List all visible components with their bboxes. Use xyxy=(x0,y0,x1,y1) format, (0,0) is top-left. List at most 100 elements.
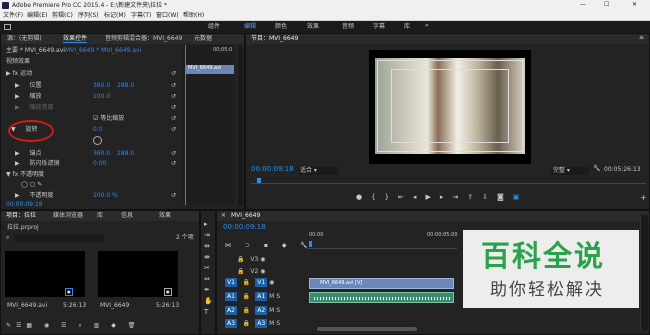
mark-in-icon[interactable]: { xyxy=(371,193,384,201)
anchor-y-value[interactable]: 288.0 xyxy=(117,151,134,157)
workspace-assembly[interactable]: 组件 xyxy=(208,24,220,30)
track-label-a3[interactable]: A3 xyxy=(255,319,268,328)
vr-icon[interactable]: ▣ xyxy=(513,193,529,201)
mute-button[interactable]: M xyxy=(269,293,274,300)
source-patch-a1[interactable]: A1 xyxy=(225,292,237,301)
tab-source[interactable]: 源：(无剪辑) xyxy=(7,36,42,42)
playhead-marker[interactable] xyxy=(257,178,261,183)
tab-info[interactable]: 信息 xyxy=(121,213,133,219)
reset-icon[interactable]: ↺ xyxy=(171,105,176,111)
track-label-a1[interactable]: A1 xyxy=(255,292,268,301)
solo-button[interactable]: S xyxy=(276,293,280,300)
audio-clip[interactable] xyxy=(309,292,454,303)
reset-icon[interactable]: ↺ xyxy=(171,71,176,77)
reset-icon[interactable]: ↺ xyxy=(171,83,176,89)
sequence-clip-path[interactable]: MVI_6649 * MVI_6649.avi xyxy=(65,48,141,54)
program-scrubber[interactable] xyxy=(251,178,646,184)
reset-icon[interactable]: ↺ xyxy=(171,161,176,167)
add-marker-icon[interactable]: ● xyxy=(356,193,371,201)
track-label-a2[interactable]: A2 xyxy=(255,306,268,315)
mute-button[interactable]: M xyxy=(269,307,274,314)
tab-effect-controls[interactable]: 效果控件 xyxy=(63,36,88,43)
track-lock-icon[interactable]: 🔒 xyxy=(243,307,250,314)
mark-out-icon[interactable]: } xyxy=(385,193,398,201)
tab-audio-mixer[interactable]: 音频剪辑混合器：MVI_6649 xyxy=(105,36,182,42)
reset-icon[interactable]: ↺ xyxy=(171,127,176,133)
timeline-playhead[interactable] xyxy=(309,241,312,247)
project-item-thumb[interactable]: ▣ xyxy=(5,251,85,297)
reset-icon[interactable]: ↺ xyxy=(171,94,176,100)
tab-effects[interactable]: 效果 xyxy=(159,213,171,219)
menu-sequence[interactable]: 序列(S) xyxy=(78,13,99,19)
timeline-timecode[interactable]: 00:00:09:18 xyxy=(223,224,266,231)
timeline-ruler[interactable] xyxy=(307,241,457,249)
track-label-v1[interactable]: V1 xyxy=(255,278,268,287)
opacity-effect-row[interactable]: ▼ fx 不透明度 xyxy=(6,172,44,178)
workspace-titles[interactable]: 字幕 xyxy=(373,24,385,30)
minimize-button[interactable]: — xyxy=(580,2,586,8)
timeline-tools[interactable]: ⋈ ⊃ ▪ ◆ 🔧 xyxy=(225,243,314,249)
close-tab-icon[interactable]: ✕ xyxy=(221,213,226,219)
project-search-input[interactable] xyxy=(14,234,104,242)
export-frame-icon[interactable]: ◙ xyxy=(497,193,513,201)
video-clip[interactable]: MVI_6649.avi [V] xyxy=(309,278,454,289)
track-eye-icon[interactable]: ◉ xyxy=(269,279,274,286)
solo-button[interactable]: S xyxy=(276,307,280,314)
tab-program[interactable]: 节目：MVI_6649 xyxy=(251,36,298,42)
go-to-in-icon[interactable]: ⇤ xyxy=(398,193,413,201)
step-back-icon[interactable]: ◂ xyxy=(413,193,426,201)
source-patch-v1[interactable]: V1 xyxy=(225,278,237,287)
position-y-value[interactable]: 288.0 xyxy=(117,83,134,89)
track-lock-icon[interactable]: 🔒 xyxy=(243,279,250,286)
project-footer-tools[interactable]: ✎☰▦ ◉ ☰ ⌕ ▥ ◆ 🗑 xyxy=(6,323,140,329)
project-item-thumb[interactable]: ▣ xyxy=(98,251,178,297)
mute-button[interactable]: M xyxy=(269,320,274,327)
program-timecode[interactable]: 00:00:09:18 xyxy=(251,166,294,173)
workspace-color[interactable]: 颜色 xyxy=(275,24,287,30)
source-patch-a2[interactable]: A2 xyxy=(225,306,237,315)
reset-icon[interactable]: ↺ xyxy=(171,151,176,157)
track-lock-icon[interactable]: 🔒 xyxy=(237,256,244,263)
step-forward-icon[interactable]: ▸ xyxy=(440,193,453,201)
motion-effect-row[interactable]: ▶ fx 运动 xyxy=(6,71,32,77)
menu-clip[interactable]: 剪辑(C) xyxy=(52,13,73,19)
uniform-scale-checkbox[interactable]: ☑ 等比缩放 xyxy=(93,116,124,122)
menu-title[interactable]: 字幕(T) xyxy=(131,13,151,19)
track-lock-icon[interactable]: 🔒 xyxy=(243,320,250,327)
fit-dropdown[interactable]: 适合 ▾ xyxy=(298,167,338,175)
reset-icon[interactable]: ↺ xyxy=(171,193,176,199)
antiflicker-value[interactable]: 0.00 xyxy=(93,161,106,167)
lift-icon[interactable]: ⇪ xyxy=(467,193,482,201)
rotation-value[interactable]: 0.0 xyxy=(93,127,103,133)
quality-dropdown[interactable]: 完整 ▾ xyxy=(551,167,589,175)
tool-icons[interactable]: ▸ ⇥ ⇹ ⇼ ✂ ⇔ ✒ ✋ T xyxy=(204,219,214,318)
workspace-more-icon[interactable]: » xyxy=(425,23,429,29)
add-button-icon[interactable]: + xyxy=(640,194,647,202)
track-lock-icon[interactable]: 🔒 xyxy=(243,293,250,300)
ec-scrollbar[interactable] xyxy=(238,46,243,206)
maximize-button[interactable]: ☐ xyxy=(604,2,609,8)
track-label-v3[interactable]: V3 xyxy=(250,256,258,263)
menu-marker[interactable]: 标记(M) xyxy=(104,13,126,19)
play-icon[interactable]: ▶ xyxy=(425,193,439,201)
workspace-audio[interactable]: 音频 xyxy=(342,24,354,30)
timeline-scrollbar[interactable] xyxy=(317,327,417,331)
tab-libraries[interactable]: 库 xyxy=(97,213,103,219)
menu-help[interactable]: 帮助(H) xyxy=(183,13,204,19)
menu-edit[interactable]: 编辑(E) xyxy=(27,13,47,19)
extract-icon[interactable]: ⇩ xyxy=(482,193,497,201)
menu-file[interactable]: 文件(F) xyxy=(3,13,23,19)
go-to-out-icon[interactable]: ⇥ xyxy=(452,193,467,201)
reset-icon[interactable]: ↺ xyxy=(171,116,176,122)
position-x-value[interactable]: 360.0 xyxy=(93,83,110,89)
tab-metadata[interactable]: 元数据 xyxy=(194,36,212,42)
ec-timecode[interactable]: 00:00:09:18 xyxy=(6,202,43,208)
opacity-value[interactable]: 100.0 % xyxy=(93,193,118,199)
rotation-dial-icon[interactable] xyxy=(93,136,102,145)
solo-button[interactable]: S xyxy=(276,320,280,327)
mask-tools[interactable]: ◯ ▢ ✎ xyxy=(21,182,42,188)
home-icon[interactable] xyxy=(4,24,11,30)
clip-path-dropdown[interactable]: 主要 * MVI_6649.avi xyxy=(6,48,65,54)
workspace-libraries[interactable]: 库 xyxy=(404,24,410,30)
anchor-x-value[interactable]: 360.0 xyxy=(93,151,110,157)
